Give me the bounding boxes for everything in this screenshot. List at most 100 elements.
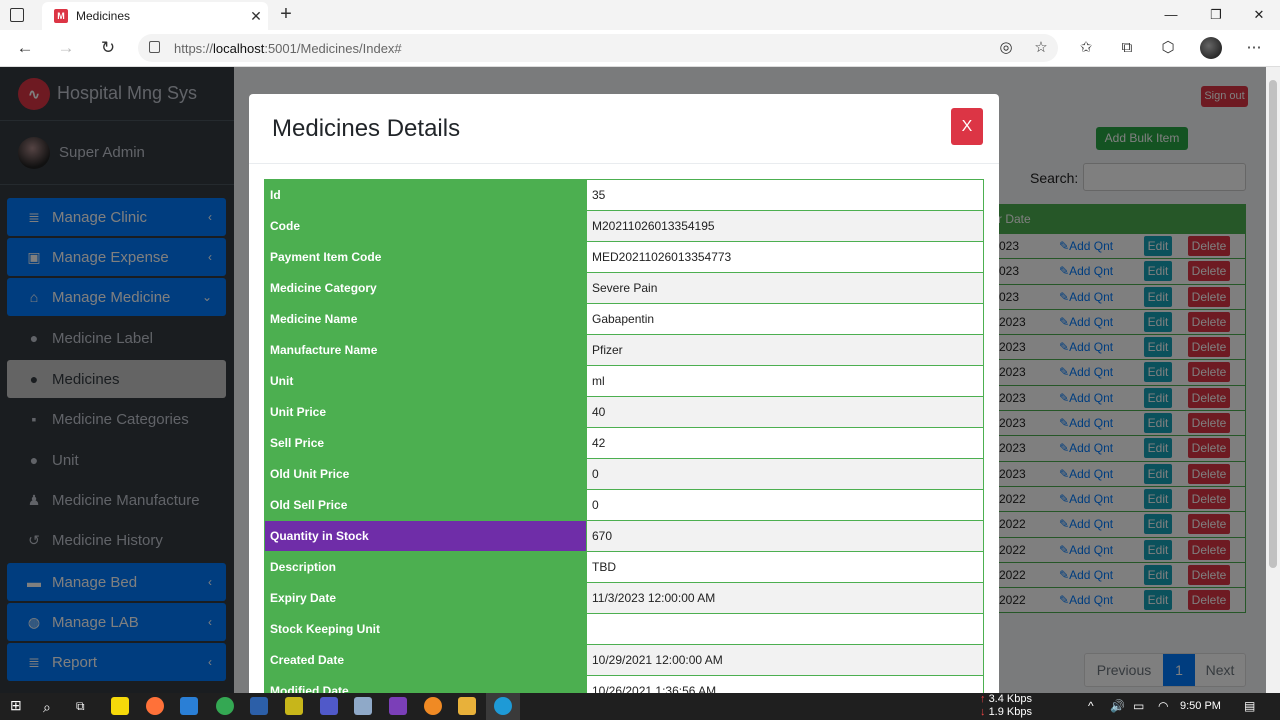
add-favorite-icon[interactable]: ☆ <box>1030 38 1052 58</box>
windows-start-icon[interactable]: ⊞ <box>10 697 22 714</box>
detail-key: Stock Keeping Unit <box>264 613 587 645</box>
detail-key: Quantity in Stock <box>264 520 587 552</box>
detail-value: 0 <box>586 489 984 521</box>
scrollbar-thumb[interactable] <box>1269 80 1277 568</box>
detail-row: Unit ml <box>264 365 984 397</box>
browser-tab-medicines[interactable]: M Medicines ✕ <box>42 2 268 30</box>
detail-value: 670 <box>586 520 984 552</box>
detail-row: Modified Date 10/26/2021 1:36:56 AM <box>264 675 984 693</box>
modal-close-button[interactable]: X <box>951 108 983 145</box>
detail-value: 11/3/2023 12:00:00 AM <box>586 582 984 614</box>
collections-icon[interactable]: ⧉ <box>1116 38 1138 58</box>
detail-row: Stock Keeping Unit <box>264 613 984 645</box>
detail-row: Quantity in Stock 670 <box>264 520 984 552</box>
tab-actions-icon[interactable] <box>10 8 24 22</box>
minimize-icon[interactable]: — <box>1150 0 1192 30</box>
detail-key: Code <box>264 210 587 242</box>
sql-server-icon[interactable] <box>354 697 372 715</box>
detail-row: Description TBD <box>264 551 984 583</box>
new-tab-button[interactable]: + <box>276 4 296 26</box>
teams-icon[interactable] <box>320 697 338 715</box>
detail-value: 40 <box>586 396 984 428</box>
app-icon[interactable] <box>424 697 442 715</box>
search-icon[interactable]: ⌕ <box>43 699 51 716</box>
detail-row: Payment Item Code MED20211026013354773 <box>264 241 984 273</box>
detail-row: Id 35 <box>264 179 984 211</box>
detail-value: 10/29/2021 12:00:00 AM <box>586 644 984 676</box>
detail-row: Medicine Category Severe Pain <box>264 272 984 304</box>
powershell-icon[interactable] <box>250 697 268 715</box>
detail-value <box>586 613 984 645</box>
detail-key: Old Unit Price <box>264 458 587 490</box>
battery-icon[interactable]: ▭ <box>1133 699 1144 713</box>
refresh-icon[interactable]: ↻ <box>95 36 121 60</box>
detail-value: M20211026013354195 <box>586 210 984 242</box>
detail-row: Code M20211026013354195 <box>264 210 984 242</box>
detail-key: Payment Item Code <box>264 241 587 273</box>
detail-row: Manufacture Name Pfizer <box>264 334 984 366</box>
modal-title: Medicines Details <box>272 115 461 142</box>
detail-key: Description <box>264 551 587 583</box>
remote-app-icon[interactable] <box>180 697 198 715</box>
detail-value: Gabapentin <box>586 303 984 335</box>
url-scheme: https:// <box>174 40 214 56</box>
net-up: 3.4 Kbps <box>988 693 1032 705</box>
detail-value: 35 <box>586 179 984 211</box>
wifi-icon[interactable]: ◠ <box>1158 699 1168 713</box>
detail-row: Old Sell Price 0 <box>264 489 984 521</box>
detail-key: Sell Price <box>264 427 587 459</box>
detail-key: Modified Date <box>264 675 587 693</box>
detail-key: Old Sell Price <box>264 489 587 521</box>
edge-icon[interactable] <box>494 697 512 715</box>
visual-studio-icon[interactable] <box>389 697 407 715</box>
detail-value: ml <box>586 365 984 397</box>
detail-key: Medicine Name <box>264 303 587 335</box>
detail-key: Medicine Category <box>264 272 587 304</box>
chevron-up-icon[interactable]: ^ <box>1088 699 1094 713</box>
net-down: 1.9 Kbps <box>988 706 1032 718</box>
detail-value: MED20211026013354773 <box>586 241 984 273</box>
notes-app-icon[interactable] <box>111 697 129 715</box>
detail-value: TBD <box>586 551 984 583</box>
tab-close-icon[interactable]: ✕ <box>244 8 268 25</box>
notepad-icon[interactable] <box>285 697 303 715</box>
medicine-details-modal: Medicines Details X Id 35 Code M20211026013… <box>249 94 999 693</box>
detail-row: Expiry Date 11/3/2023 12:00:00 AM <box>264 582 984 614</box>
detail-key: Unit Price <box>264 396 587 428</box>
favorites-icon[interactable]: ✩ <box>1075 38 1097 58</box>
network-speed: ↑ 3.4 Kbps ↓ 1.9 Kbps <box>980 693 1032 718</box>
volume-icon[interactable]: 🔊 <box>1110 699 1125 713</box>
clock[interactable]: 9:50 PM <box>1180 700 1221 712</box>
extensions-icon[interactable]: ⬡ <box>1157 38 1179 58</box>
forward-icon[interactable]: → <box>53 36 79 60</box>
detail-key: Created Date <box>264 644 587 676</box>
profile-avatar[interactable] <box>1200 37 1222 59</box>
maximize-icon[interactable]: ❐ <box>1195 0 1237 30</box>
lock-icon[interactable] <box>149 41 160 53</box>
url-host: localhost <box>213 40 265 56</box>
url-path: :5001/Medicines/Index# <box>264 40 402 56</box>
detail-key: Expiry Date <box>264 582 587 614</box>
detail-row: Created Date 10/29/2021 12:00:00 AM <box>264 644 984 676</box>
site-favicon-icon: M <box>54 9 68 23</box>
chrome-icon[interactable] <box>216 697 234 715</box>
file-explorer-icon[interactable] <box>458 697 476 715</box>
back-icon[interactable]: ← <box>12 36 38 60</box>
tab-title: Medicines <box>76 9 131 23</box>
detail-key: Unit <box>264 365 587 397</box>
more-menu-icon[interactable]: ⋯ <box>1243 38 1265 58</box>
url-bar[interactable]: https://localhost:5001/Medicines/Index# <box>138 34 1058 62</box>
detail-row: Old Unit Price 0 <box>264 458 984 490</box>
firefox-icon[interactable] <box>146 697 164 715</box>
detail-value: 42 <box>586 427 984 459</box>
task-view-icon[interactable]: ⧉ <box>76 699 85 714</box>
location-icon[interactable]: ◎ <box>995 38 1017 58</box>
detail-value: 10/26/2021 1:36:56 AM <box>586 675 984 693</box>
notification-icon[interactable]: ▤ <box>1244 699 1255 713</box>
details-table: Id 35 Code M20211026013354195 Payment Item C… <box>264 179 984 693</box>
detail-row: Unit Price 40 <box>264 396 984 428</box>
detail-row: Sell Price 42 <box>264 427 984 459</box>
modal-header: Medicines Details X <box>249 94 999 164</box>
detail-value: 0 <box>586 458 984 490</box>
window-close-icon[interactable]: ✕ <box>1238 0 1280 30</box>
